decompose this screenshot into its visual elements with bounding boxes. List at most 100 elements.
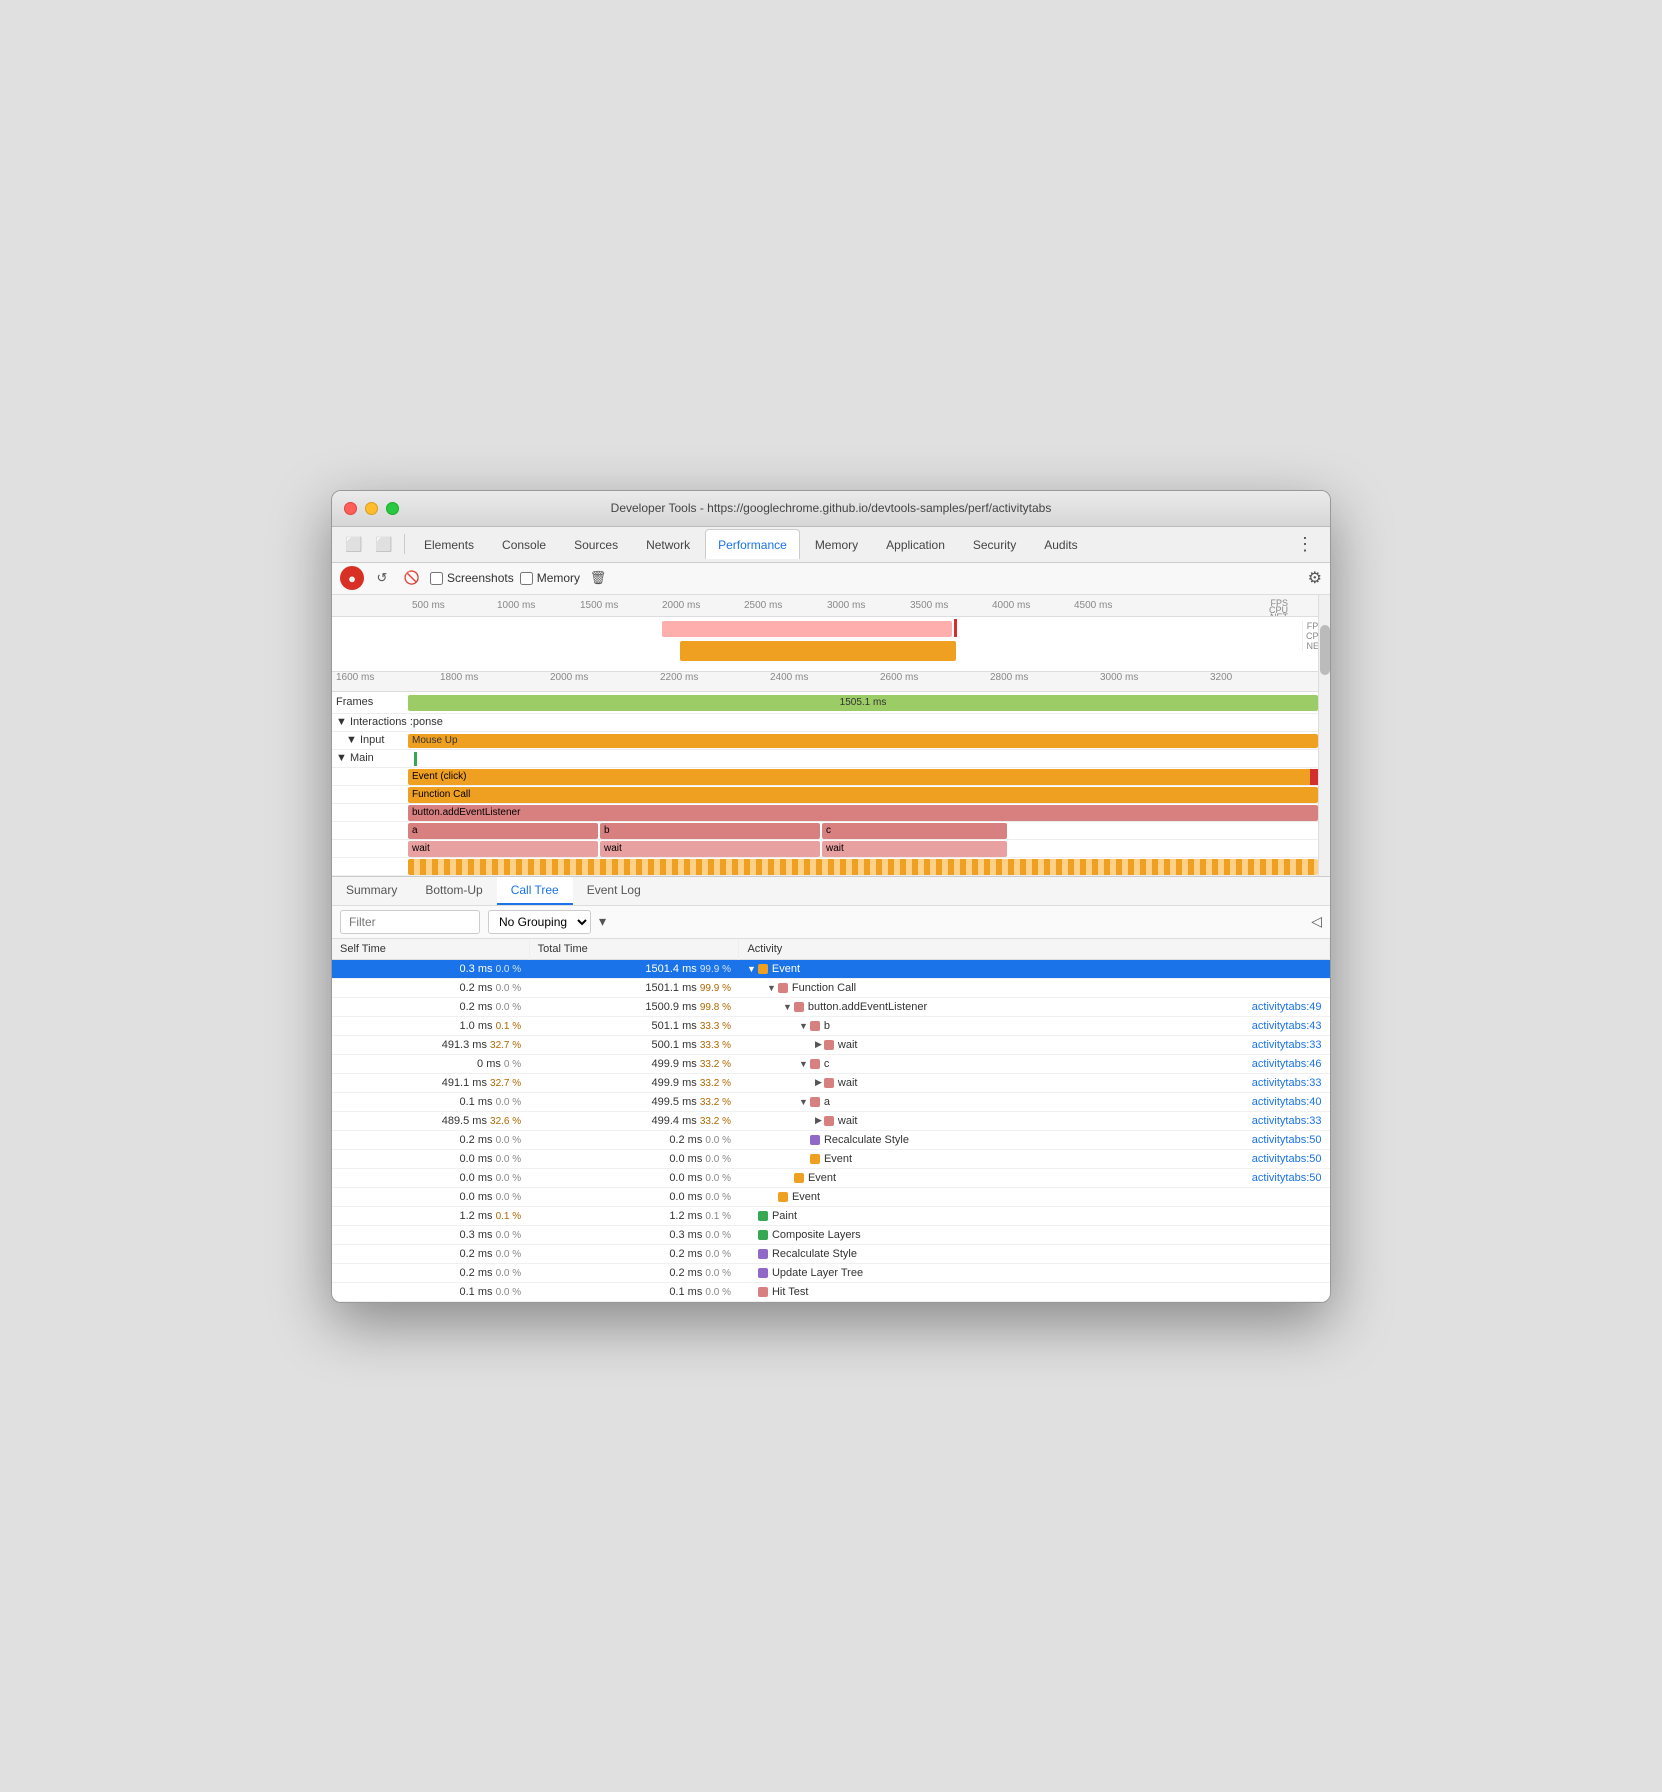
table-row[interactable]: 491.1 ms 32.7 %499.9 ms 33.2 % ▶ wait ac…: [332, 1073, 1330, 1092]
cell-self-time: 0.0 ms 0.0 %: [332, 1149, 529, 1168]
dock-icon[interactable]: ⬜: [370, 530, 398, 558]
wait-b-label: wait: [604, 843, 622, 854]
table-row[interactable]: 0 ms 0 %499.9 ms 33.2 % ▼ c activitytabs…: [332, 1054, 1330, 1073]
cell-self-time: 0.2 ms 0.0 %: [332, 997, 529, 1016]
delete-button[interactable]: 🗑: [586, 566, 610, 590]
activity-link[interactable]: activitytabs:33: [1232, 1115, 1322, 1127]
ruler-tick-2500: 2500 ms: [744, 600, 782, 611]
frames-value: 1505.1 ms: [840, 697, 887, 708]
heavy-icon[interactable]: ◁: [1311, 913, 1322, 930]
table-row[interactable]: 0.3 ms 0.0 %1501.4 ms 99.9 % ▼ Event: [332, 959, 1330, 978]
grouping-select[interactable]: No Grouping: [488, 910, 591, 934]
a-label: a: [412, 825, 418, 836]
close-button[interactable]: [344, 502, 357, 515]
memory-check[interactable]: [520, 572, 533, 585]
activity-link[interactable]: activitytabs:50: [1232, 1153, 1322, 1165]
table-row[interactable]: 0.3 ms 0.0 %0.3 ms 0.0 % Composite Layer…: [332, 1225, 1330, 1244]
mouse-up-label: Mouse Up: [412, 735, 458, 746]
table-body: 0.3 ms 0.0 %1501.4 ms 99.9 % ▼ Event 0.2…: [332, 959, 1330, 1301]
tab-bottom-up[interactable]: Bottom-Up: [411, 877, 496, 905]
table-row[interactable]: 1.0 ms 0.1 %501.1 ms 33.3 % ▼ b activity…: [332, 1016, 1330, 1035]
memory-checkbox[interactable]: Memory: [520, 571, 580, 585]
ruler-tick-500: 500 ms: [412, 600, 445, 611]
table-row[interactable]: 0.0 ms 0.0 %0.0 ms 0.0 % Event activityt…: [332, 1168, 1330, 1187]
tab-application[interactable]: Application: [873, 529, 958, 559]
cell-activity: ▼ button.addEventListener activitytabs:4…: [739, 997, 1330, 1016]
table-row[interactable]: 0.2 ms 0.0 %1500.9 ms 99.8 % ▼ button.ad…: [332, 997, 1330, 1016]
cell-activity: Event activitytabs:50: [739, 1168, 1330, 1187]
cell-total-time: 0.2 ms 0.0 %: [529, 1130, 739, 1149]
tab-elements[interactable]: Elements: [411, 529, 487, 559]
tab-security[interactable]: Security: [960, 529, 1029, 559]
screenshots-check[interactable]: [430, 572, 443, 585]
tab-network[interactable]: Network: [633, 529, 703, 559]
mouse-up-bar: Mouse Up: [408, 734, 1318, 748]
bottom-panel: Summary Bottom-Up Call Tree Event Log No…: [332, 876, 1330, 1302]
col-total-time: Total Time: [529, 939, 739, 960]
activity-link[interactable]: activitytabs:50: [1232, 1134, 1322, 1146]
screenshots-checkbox[interactable]: Screenshots: [430, 571, 514, 585]
fps-cpu-area: FPSCPUNET: [332, 617, 1330, 672]
table-row[interactable]: 491.3 ms 32.7 %500.1 ms 33.3 % ▶ wait ac…: [332, 1035, 1330, 1054]
table-row[interactable]: 489.5 ms 32.6 %499.4 ms 33.2 % ▶ wait ac…: [332, 1111, 1330, 1130]
activity-link[interactable]: activitytabs:50: [1232, 1172, 1322, 1184]
tab-sources[interactable]: Sources: [561, 529, 631, 559]
table-row[interactable]: 0.1 ms 0.0 %0.1 ms 0.0 % Hit Test: [332, 1282, 1330, 1301]
cpu-bar: [680, 641, 956, 661]
ruler-tick-2000: 2000 ms: [662, 600, 700, 611]
activity-link[interactable]: activitytabs:49: [1232, 1001, 1322, 1013]
more-tabs-icon[interactable]: ⋮: [1288, 534, 1322, 555]
b-label: b: [604, 825, 610, 836]
table-row[interactable]: 0.1 ms 0.0 %499.5 ms 33.2 % ▼ a activity…: [332, 1092, 1330, 1111]
table-row[interactable]: 0.2 ms 0.0 %0.2 ms 0.0 % Recalculate Sty…: [332, 1244, 1330, 1263]
input-row: ▼ Input Mouse Up: [332, 732, 1330, 750]
tab-memory[interactable]: Memory: [802, 529, 871, 559]
table-row[interactable]: 0.0 ms 0.0 %0.0 ms 0.0 % Event activityt…: [332, 1149, 1330, 1168]
devtools-window: Developer Tools - https://googlechrome.g…: [331, 490, 1331, 1303]
timeline-area: 500 ms 1000 ms 1500 ms 2000 ms 2500 ms 3…: [332, 595, 1330, 876]
table-row[interactable]: 0.2 ms 0.0 %0.2 ms 0.0 % Recalculate Sty…: [332, 1130, 1330, 1149]
tab-console[interactable]: Console: [489, 529, 559, 559]
table-row[interactable]: 0.2 ms 0.0 %0.2 ms 0.0 % Update Layer Tr…: [332, 1263, 1330, 1282]
table-row[interactable]: 0.2 ms 0.0 %1501.1 ms 99.9 % ▼ Function …: [332, 978, 1330, 997]
maximize-button[interactable]: [386, 502, 399, 515]
cell-activity: Hit Test: [739, 1282, 1330, 1301]
separator: [404, 534, 405, 554]
tab-audits[interactable]: Audits: [1031, 529, 1090, 559]
cell-activity: ▼ b activitytabs:43: [739, 1016, 1330, 1035]
yellow-bottom-row: [332, 858, 1330, 876]
cell-total-time: 0.3 ms 0.0 %: [529, 1225, 739, 1244]
ruler-tick-3500: 3500 ms: [910, 600, 948, 611]
filter-input[interactable]: [340, 910, 480, 934]
add-event-listener-row: button.addEventListener: [332, 804, 1330, 822]
activity-link[interactable]: activitytabs:46: [1232, 1058, 1322, 1070]
clear-button[interactable]: 🚫: [400, 566, 424, 590]
cell-total-time: 1500.9 ms 99.8 %: [529, 997, 739, 1016]
tab-call-tree[interactable]: Call Tree: [497, 877, 573, 905]
timeline-vscrollbar[interactable]: [1318, 595, 1330, 876]
cursor-icon[interactable]: ⬜: [340, 530, 368, 558]
activity-link[interactable]: activitytabs:33: [1232, 1039, 1322, 1051]
table-row[interactable]: 0.0 ms 0.0 %0.0 ms 0.0 % Event: [332, 1187, 1330, 1206]
input-label: ▼ Input: [332, 734, 412, 746]
tab-summary[interactable]: Summary: [332, 877, 411, 905]
record-button[interactable]: ●: [340, 566, 364, 590]
tab-event-log[interactable]: Event Log: [573, 877, 655, 905]
event-red-marker: [1310, 769, 1318, 785]
cell-total-time: 1501.1 ms 99.9 %: [529, 978, 739, 997]
activity-link[interactable]: activitytabs:40: [1232, 1096, 1322, 1108]
wait-c-label: wait: [826, 843, 844, 854]
cell-activity: ▼ Function Call: [739, 978, 1330, 997]
cell-total-time: 0.2 ms 0.0 %: [529, 1244, 739, 1263]
event-click-row: Event (click): [332, 768, 1330, 786]
table-row[interactable]: 1.2 ms 0.1 %1.2 ms 0.1 % Paint: [332, 1206, 1330, 1225]
settings-button[interactable]: ⚙: [1308, 568, 1322, 588]
reload-button[interactable]: ↺: [370, 566, 394, 590]
activity-link[interactable]: activitytabs:43: [1232, 1020, 1322, 1032]
activity-link[interactable]: activitytabs:33: [1232, 1077, 1322, 1089]
grouping-dropdown-arrow[interactable]: ▾: [599, 913, 606, 930]
cell-self-time: 489.5 ms 32.6 %: [332, 1111, 529, 1130]
minimize-button[interactable]: [365, 502, 378, 515]
scrollbar-thumb: [1320, 625, 1330, 675]
tab-performance[interactable]: Performance: [705, 529, 800, 559]
